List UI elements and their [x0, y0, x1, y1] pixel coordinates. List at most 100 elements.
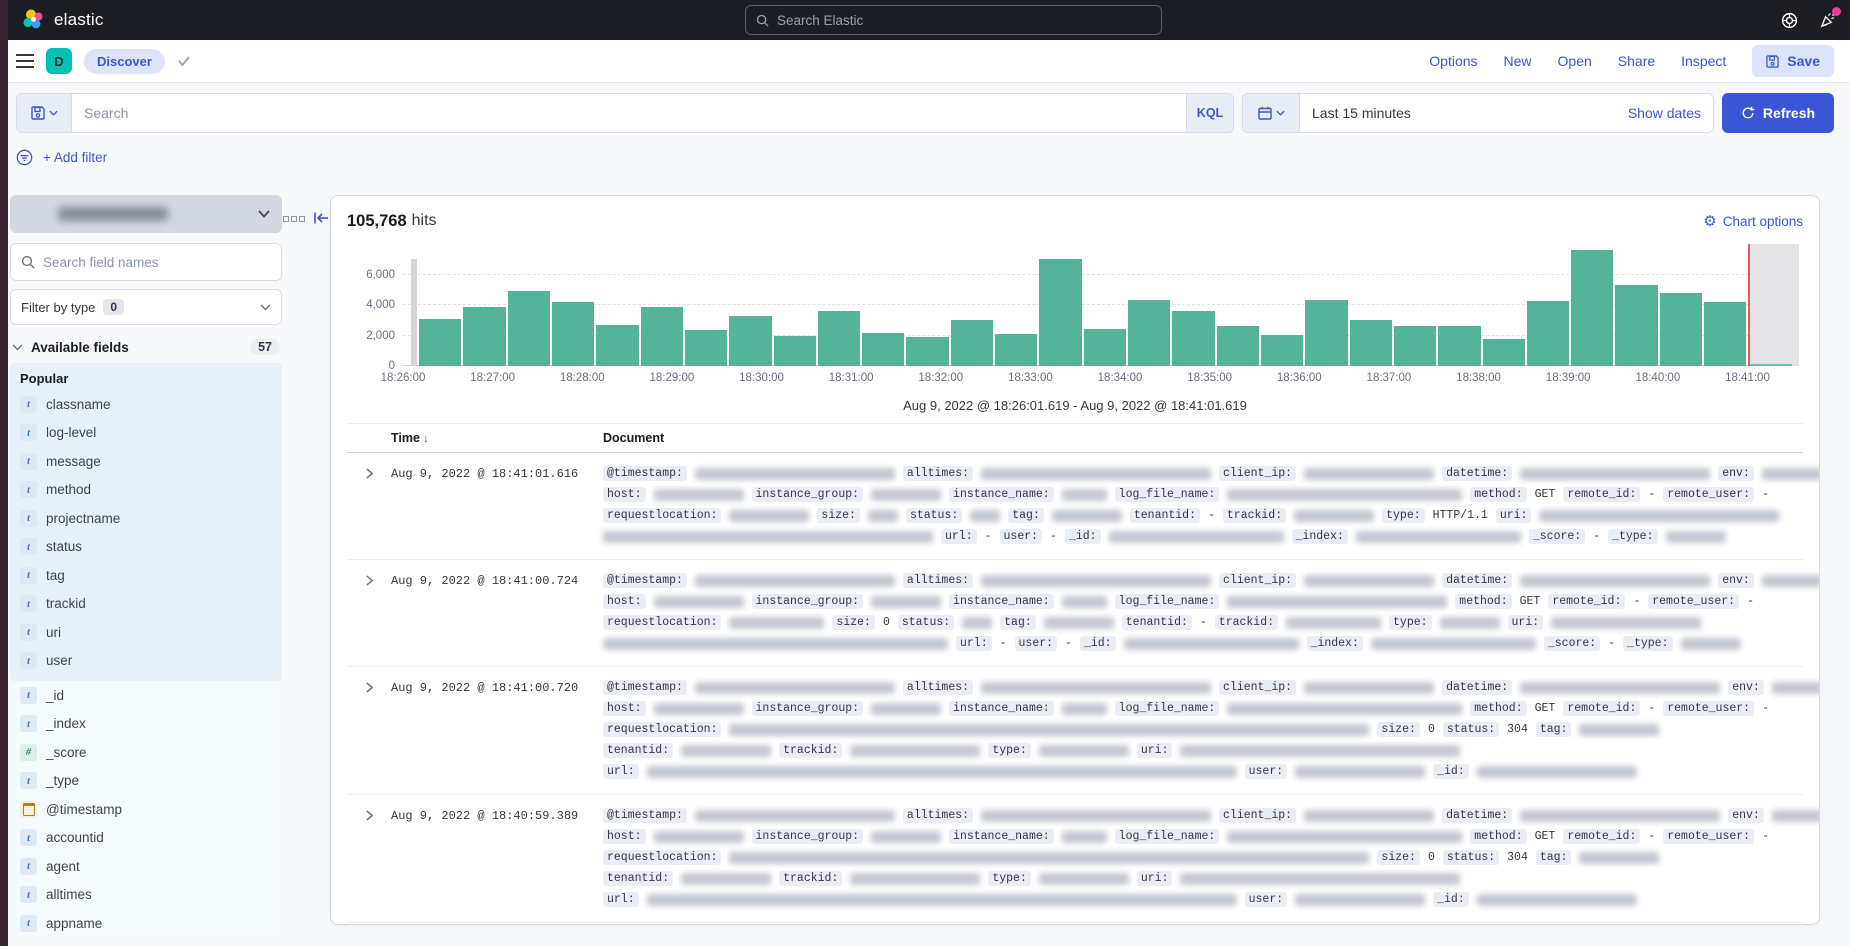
doc-field-value: - — [1065, 637, 1072, 650]
kql-language-button[interactable]: KQL — [1186, 94, 1233, 132]
open-link[interactable]: Open — [1558, 53, 1592, 69]
histogram-bar-18:32:00[interactable] — [951, 320, 993, 367]
field-item-agent[interactable]: tagent — [10, 852, 282, 881]
histogram-bar-18:33:00[interactable] — [1039, 259, 1081, 366]
redacted-value — [654, 831, 744, 843]
histogram-bar-18:31:30[interactable] — [906, 337, 948, 366]
histogram-bar-18:27:30[interactable] — [552, 302, 594, 366]
histogram-bar-18:28:30[interactable] — [641, 307, 683, 366]
doc-field-label: tag: — [1008, 508, 1044, 523]
histogram-bar-18:36:30[interactable] — [1350, 320, 1392, 367]
field-item-uri[interactable]: turi — [10, 618, 282, 647]
inspect-link[interactable]: Inspect — [1681, 53, 1726, 69]
sort-desc-icon[interactable]: ↓ — [423, 431, 429, 445]
saved-search-check-icon[interactable] — [177, 55, 191, 67]
expand-row-icon[interactable] — [347, 463, 391, 547]
chart-options-button[interactable]: ⚙ Chart options — [1703, 212, 1803, 230]
available-fields-header[interactable]: Available fields 57 — [12, 339, 280, 355]
doc-field-label: uri: — [1508, 615, 1544, 630]
histogram-bar-18:35:00[interactable] — [1217, 326, 1259, 366]
histogram-bar-18:35:30[interactable] — [1261, 335, 1303, 366]
expand-row-icon[interactable] — [347, 677, 391, 782]
new-link[interactable]: New — [1504, 53, 1532, 69]
field-item-message[interactable]: tmessage — [10, 447, 282, 476]
histogram-chart: 02,0004,0006,000 — [347, 244, 1803, 366]
histogram-bar-18:29:30[interactable] — [729, 316, 771, 366]
options-link[interactable]: Options — [1429, 53, 1477, 69]
doc-field-label: uri: — [1137, 743, 1173, 758]
field-item-classname[interactable]: tclassname — [10, 390, 282, 419]
menu-icon[interactable] — [16, 54, 34, 68]
time-column-header[interactable]: Time↓ — [391, 431, 603, 445]
expand-row-icon[interactable] — [347, 570, 391, 654]
share-link[interactable]: Share — [1618, 53, 1655, 69]
field-name: uri — [46, 625, 61, 640]
histogram-bar-18:37:00[interactable] — [1394, 326, 1436, 366]
field-item-_id[interactable]: t_id — [10, 681, 282, 710]
field-name: trackid — [46, 596, 86, 611]
doc-field-label: uri: — [1496, 508, 1532, 523]
expand-row-icon[interactable] — [347, 805, 391, 910]
histogram-bar-18:39:00[interactable] — [1571, 250, 1613, 366]
field-item-_score[interactable]: #_score — [10, 738, 282, 767]
field-search-input[interactable]: Search field names — [10, 243, 282, 281]
chart-time-range-label: Aug 9, 2022 @ 18:26:01.619 - Aug 9, 2022… — [347, 398, 1803, 413]
histogram-bar-18:26:00[interactable] — [419, 319, 461, 366]
histogram-bar-18:26:30[interactable] — [463, 307, 505, 366]
redacted-value — [1304, 468, 1434, 480]
filter-by-type-button[interactable]: Filter by type 0 — [10, 289, 282, 325]
histogram-bar-18:40:30[interactable] — [1704, 302, 1746, 366]
query-bar: Search KQL Last 15 minutes Show dates Re… — [0, 83, 1850, 133]
histogram-bar-18:37:30[interactable] — [1438, 326, 1480, 366]
row-timestamp: Aug 9, 2022 @ 18:41:00.724 — [391, 570, 603, 654]
field-item-_index[interactable]: t_index — [10, 710, 282, 739]
field-list: Popular tclassnametlog-leveltmessagetmet… — [10, 363, 282, 942]
saved-query-menu-button[interactable] — [17, 94, 72, 132]
histogram-bar-18:38:00[interactable] — [1483, 339, 1525, 366]
redacted-value — [695, 575, 895, 587]
date-quick-menu-button[interactable] — [1243, 94, 1300, 132]
field-item-status[interactable]: tstatus — [10, 533, 282, 562]
collapse-sidebar-icon[interactable] — [313, 211, 329, 225]
histogram-bar-18:30:30[interactable] — [818, 311, 860, 366]
global-search-input[interactable]: Search Elastic — [745, 5, 1162, 35]
histogram-bar-18:31:00[interactable] — [862, 333, 904, 366]
histogram-bar-18:33:30[interactable] — [1084, 329, 1126, 366]
field-item-trackid[interactable]: ttrackid — [10, 590, 282, 619]
histogram-bar-18:30:00[interactable] — [774, 336, 816, 367]
elastic-brand[interactable]: elastic — [22, 8, 104, 32]
add-filter-button[interactable]: + Add filter — [43, 150, 107, 165]
field-item-accountid[interactable]: taccountid — [10, 824, 282, 853]
histogram-bar-18:39:30[interactable] — [1615, 285, 1657, 366]
histogram-bar-18:34:30[interactable] — [1172, 311, 1214, 366]
field-item-alltimes[interactable]: talltimes — [10, 881, 282, 910]
histogram-bar-18:36:00[interactable] — [1305, 300, 1347, 366]
save-button[interactable]: Save — [1752, 45, 1834, 77]
field-item-_type[interactable]: t_type — [10, 767, 282, 796]
show-dates-button[interactable]: Show dates — [1616, 94, 1713, 132]
histogram-bar-18:40:00[interactable] — [1660, 293, 1702, 366]
histogram-bar-18:29:00[interactable] — [685, 330, 727, 366]
histogram-bar-18:27:00[interactable] — [508, 291, 550, 366]
filter-icon[interactable] — [16, 149, 33, 166]
index-pattern-selector[interactable] — [10, 195, 282, 233]
field-item-user[interactable]: tuser — [10, 647, 282, 676]
refresh-button[interactable]: Refresh — [1722, 93, 1834, 133]
field-item-projectname[interactable]: tprojectname — [10, 504, 282, 533]
field-item-tag[interactable]: ttag — [10, 561, 282, 590]
field-item-@timestamp[interactable]: @timestamp — [10, 795, 282, 824]
time-range-value[interactable]: Last 15 minutes — [1300, 94, 1616, 132]
space-avatar[interactable]: D — [46, 48, 72, 74]
help-icon[interactable] — [1780, 11, 1798, 29]
breadcrumb-discover[interactable]: Discover — [84, 49, 165, 74]
field-item-appname[interactable]: tappname — [10, 909, 282, 938]
histogram-bar-18:38:30[interactable] — [1527, 301, 1569, 366]
histogram-bar-18:28:00[interactable] — [596, 325, 638, 366]
kql-query-input[interactable]: Search — [72, 94, 1186, 132]
field-list-options-icon[interactable] — [283, 216, 305, 222]
field-item-log-level[interactable]: tlog-level — [10, 419, 282, 448]
news-feed-icon[interactable] — [1818, 11, 1836, 29]
histogram-bar-18:34:00[interactable] — [1128, 300, 1170, 366]
histogram-bar-18:32:30[interactable] — [995, 334, 1037, 366]
field-item-method[interactable]: tmethod — [10, 476, 282, 505]
